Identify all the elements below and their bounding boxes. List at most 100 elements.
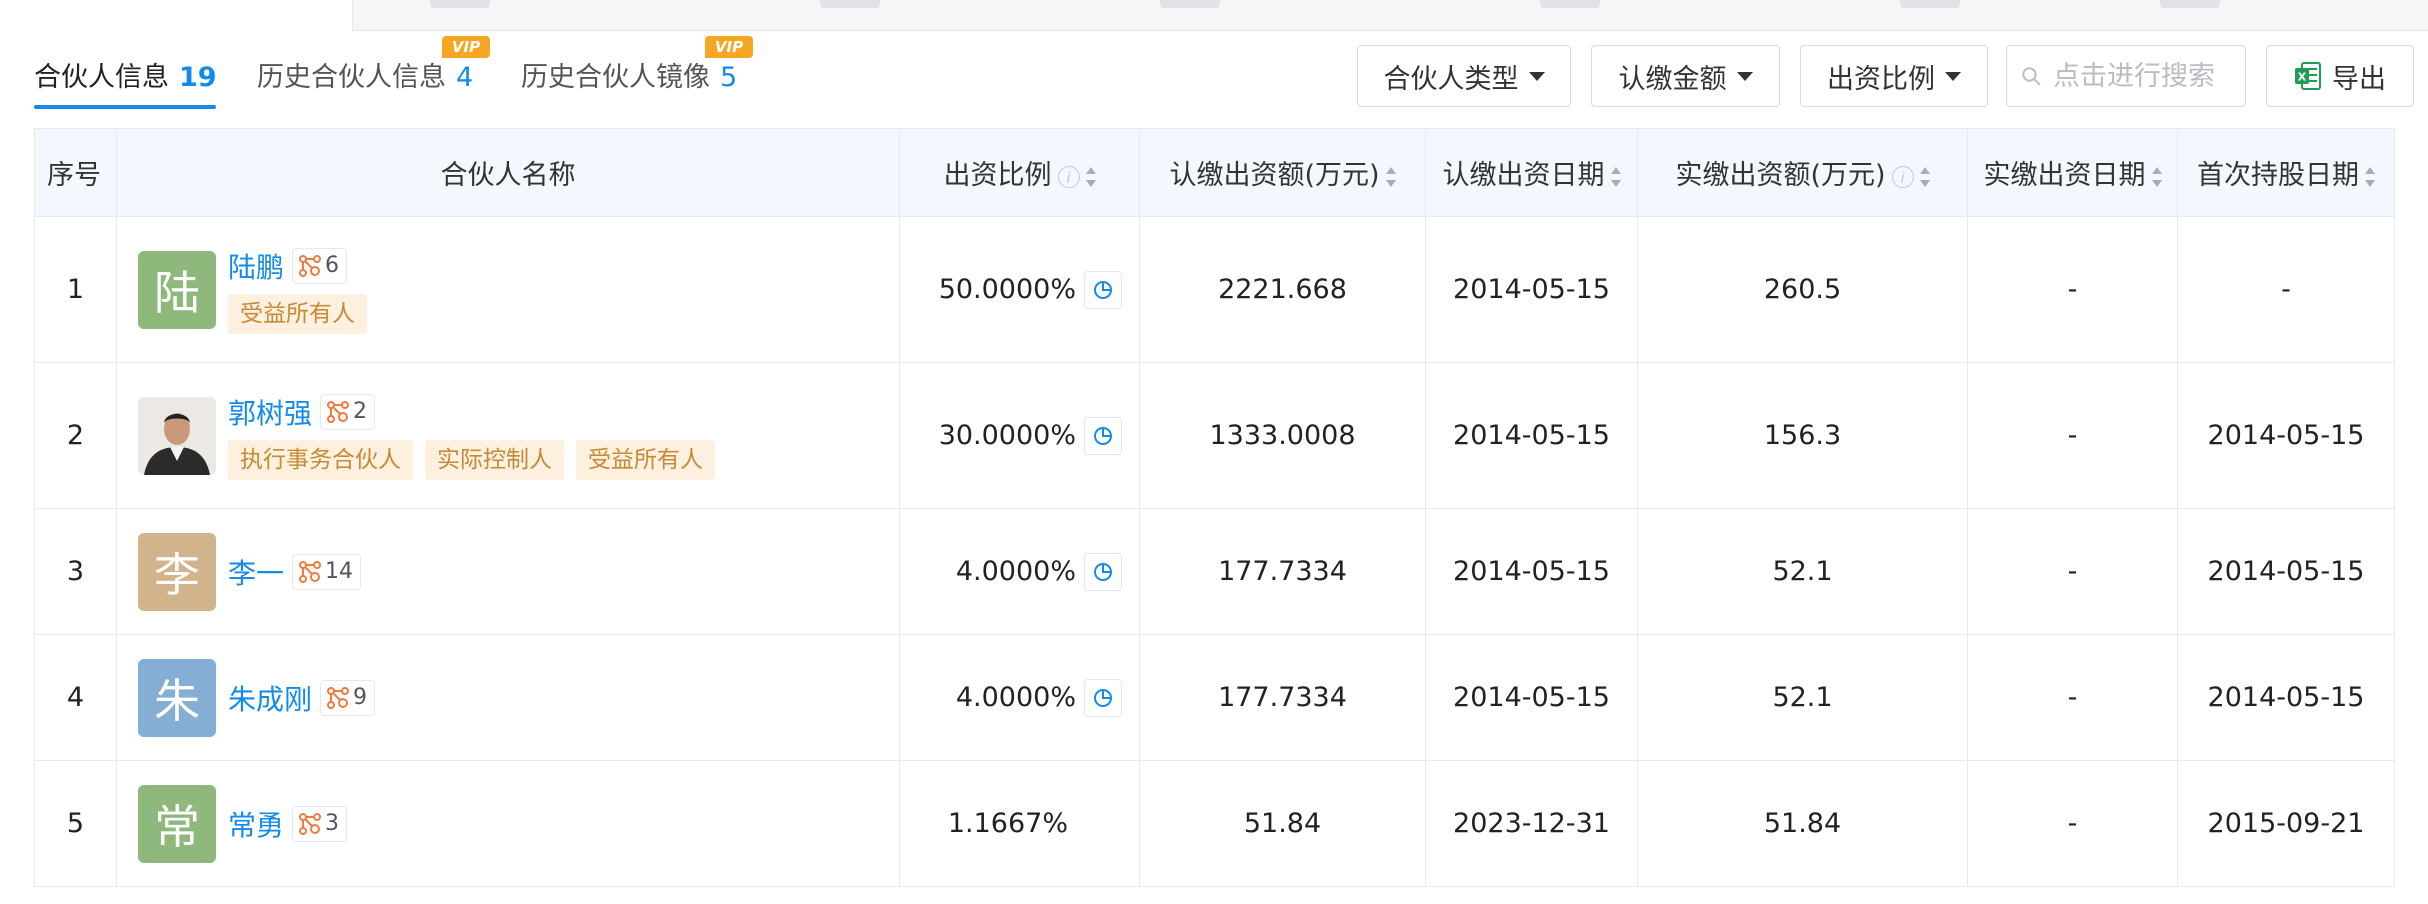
table-row: 1 陆 陆鹏 6 受益所有人 50.0000% 2221.668 2014-05…	[34, 216, 2395, 363]
partner-type-filter[interactable]: 合伙人类型	[1357, 45, 1571, 107]
top-tab-fragment[interactable]	[2160, 0, 2220, 8]
relation-graph-icon	[327, 686, 350, 709]
table-row: 4 朱 朱成刚 9 4.0000% 177.7334 2014-05-15 52…	[34, 634, 2395, 761]
paid-amount: 51.84	[1637, 760, 1968, 887]
row-index: 4	[34, 634, 117, 761]
paid-amount: 260.5	[1637, 216, 1968, 363]
col-header-ratio[interactable]: 出资比例 i	[899, 128, 1140, 217]
sort-icon[interactable]	[1919, 166, 1930, 187]
tab-partner-info[interactable]: 合伙人信息 19	[34, 58, 217, 98]
top-tab-fragment[interactable]	[1540, 0, 1600, 8]
first-hold-date: 2014-05-15	[2177, 362, 2395, 509]
tab-count: 19	[179, 62, 217, 93]
subscribed-amount: 177.7334	[1139, 508, 1426, 635]
search-input[interactable]	[2051, 59, 2245, 93]
ratio-cell: 50.0000%	[899, 216, 1140, 363]
relation-count: 6	[325, 253, 340, 278]
top-tab-fragment[interactable]	[1900, 0, 1960, 8]
ratio-value: 1.1667%	[947, 808, 1068, 839]
partner-name-link[interactable]: 郭树强	[228, 392, 312, 432]
relation-graph-icon	[299, 812, 322, 835]
top-tab-fragment[interactable]	[820, 0, 880, 8]
pie-chart-button[interactable]	[1084, 416, 1122, 455]
col-header-paid-date[interactable]: 实缴出资日期	[1967, 128, 2178, 217]
sort-icon[interactable]	[2365, 166, 2375, 187]
pie-chart-icon	[1094, 426, 1112, 445]
ratio-cell: 4.0000%	[899, 634, 1140, 761]
vip-badge: VIP	[442, 36, 490, 58]
ratio-cell: 1.1667%	[899, 760, 1140, 887]
avatar: 陆	[138, 250, 216, 329]
info-icon[interactable]: i	[1891, 165, 1914, 188]
col-header-subscribed-date[interactable]: 认缴出资日期	[1425, 128, 1638, 217]
sort-icon[interactable]	[2151, 166, 2162, 187]
top-tab-strip	[0, 0, 2428, 31]
caret-down-icon	[1528, 71, 1545, 81]
table-row: 3 李 李一 14 4.0000% 177.7334 2014-05-15 52…	[34, 508, 2395, 635]
relation-button[interactable]: 6	[292, 247, 348, 284]
avatar: 李	[138, 532, 216, 611]
sort-icon[interactable]	[1085, 166, 1096, 187]
relation-count: 14	[325, 559, 354, 584]
col-header-index: 序号	[34, 128, 117, 217]
top-tab-fragment[interactable]	[430, 0, 490, 8]
sort-icon[interactable]	[1385, 166, 1396, 187]
search-icon	[2022, 67, 2041, 86]
avatar: 朱	[138, 658, 216, 737]
relation-graph-icon	[299, 560, 322, 583]
first-hold-date: -	[2177, 216, 2395, 363]
paid-amount: 156.3	[1637, 362, 1968, 509]
subscribed-amount: 2221.668	[1139, 216, 1426, 363]
paid-date: -	[1967, 362, 2178, 509]
top-tab-fragment[interactable]	[1160, 0, 1220, 8]
relation-button[interactable]: 2	[320, 393, 376, 430]
tag-beneficial-owner: 受益所有人	[576, 439, 715, 480]
relation-graph-icon	[299, 254, 322, 277]
capital-ratio-filter[interactable]: 出资比例	[1800, 45, 1988, 107]
subscribed-date: 2023-12-31	[1425, 760, 1638, 887]
tag-actual-controller: 实际控制人	[425, 439, 564, 480]
vip-badge: VIP	[705, 36, 753, 58]
partner-name-link[interactable]: 常勇	[228, 804, 284, 844]
ratio-value: 4.0000%	[955, 682, 1076, 713]
tab-label: 历史合伙人镜像	[521, 62, 710, 93]
sort-icon[interactable]	[1610, 166, 1621, 187]
relation-button[interactable]: 9	[320, 679, 376, 716]
tab-history-partner-info[interactable]: 历史合伙人信息 4	[257, 58, 473, 98]
active-tab-underline	[34, 105, 216, 109]
table-row: 5 常 常勇 3 1.1667% 51.84 2023-12-31 51.84 …	[34, 760, 2395, 887]
info-icon[interactable]: i	[1057, 165, 1080, 188]
export-button[interactable]: X 导出	[2266, 45, 2414, 107]
search-box[interactable]	[2006, 45, 2246, 107]
relation-button[interactable]: 3	[292, 805, 348, 842]
avatar-photo	[138, 396, 216, 475]
person-photo-icon	[138, 396, 216, 475]
top-tab-active[interactable]	[0, 0, 353, 31]
partner-name-link[interactable]: 朱成刚	[228, 678, 312, 718]
subscribed-amount-filter[interactable]: 认缴金额	[1591, 45, 1780, 107]
paid-date: -	[1967, 634, 2178, 761]
partner-name-cell: 郭树强 2 执行事务合伙人 实际控制人 受益所有人	[116, 362, 900, 509]
first-hold-date: 2015-09-21	[2177, 760, 2395, 887]
relation-button[interactable]: 14	[292, 553, 362, 590]
pie-chart-button[interactable]	[1084, 270, 1122, 309]
paid-date: -	[1967, 508, 2178, 635]
col-header-first-hold-date[interactable]: 首次持股日期	[2177, 128, 2395, 217]
partner-name-link[interactable]: 陆鹏	[228, 246, 284, 286]
row-index: 1	[34, 216, 117, 363]
col-header-subscribed-amount[interactable]: 认缴出资额(万元)	[1139, 128, 1426, 217]
partner-table: 序号 合伙人名称 出资比例 i 认缴出资额(万元) 认缴出资日期 实缴出资额(万元…	[34, 128, 2395, 887]
partner-name-cell: 常 常勇 3	[116, 760, 900, 887]
tab-count: 5	[720, 62, 738, 93]
ratio-value: 30.0000%	[938, 420, 1076, 451]
partner-name-link[interactable]: 李一	[228, 552, 284, 592]
partner-name-cell: 朱 朱成刚 9	[116, 634, 900, 761]
tab-history-partner-mirror[interactable]: 历史合伙人镜像 5	[521, 58, 737, 98]
col-header-paid-amount[interactable]: 实缴出资额(万元) i	[1637, 128, 1968, 217]
pie-chart-button[interactable]	[1084, 552, 1122, 591]
filter-label: 出资比例	[1827, 63, 1935, 95]
pie-chart-button[interactable]	[1084, 678, 1122, 717]
partner-name-cell: 陆 陆鹏 6 受益所有人	[116, 216, 900, 363]
svg-text:X: X	[2298, 71, 2307, 84]
pie-chart-icon	[1094, 688, 1112, 707]
